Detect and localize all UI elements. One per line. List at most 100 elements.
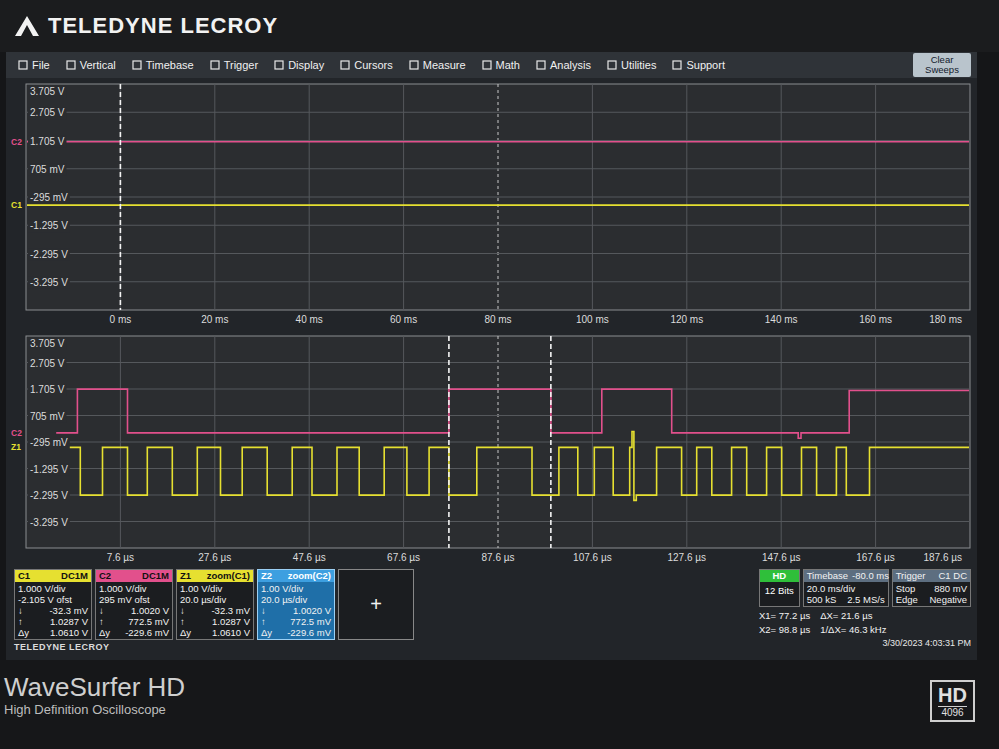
readout-row: ↑772.5 mV: [99, 616, 169, 627]
x-tick: 160 ms: [859, 314, 892, 325]
timebase-descriptor[interactable]: Timebase-80.0 ms20.0 ms/div500 kS2.5 MS/…: [803, 569, 889, 607]
readout-row: 1.00 V/div: [261, 583, 331, 594]
label-bg: [28, 411, 66, 423]
y-tick: -3.295 V: [30, 277, 68, 288]
readout-key: ↑: [180, 616, 185, 627]
readout-value: 20.0 µs/div: [261, 594, 307, 605]
y-tick: 1.705 V: [30, 384, 65, 395]
cursor-line[interactable]: [120, 84, 122, 310]
grid-line: [26, 468, 970, 469]
readout-key: Stop: [896, 583, 916, 594]
menu-label: Support: [686, 59, 725, 71]
menu-item[interactable]: File: [12, 57, 56, 73]
date-time: 3/30/2023 4:03:31 PM: [759, 638, 971, 648]
descriptor-title: Z1: [180, 570, 191, 582]
menu-label: Display: [288, 59, 324, 71]
readout-value: 1.00 V/div: [261, 583, 303, 594]
label-bg: [28, 86, 66, 98]
menu-item[interactable]: Support: [666, 57, 731, 73]
cursor-value: ΔX= 21.6 µs: [820, 610, 872, 621]
cursor-line[interactable]: [448, 336, 450, 548]
menu-item[interactable]: Math: [476, 57, 526, 73]
menu-label: Cursors: [354, 59, 393, 71]
menu-item[interactable]: Vertical: [60, 57, 122, 73]
trigger-descriptor[interactable]: TriggerC1 DCStop880 mVEdgeNegative: [892, 569, 971, 607]
status-boxes: HD12 BitsTimebase-80.0 ms20.0 ms/div500 …: [759, 569, 971, 607]
grid-line: [26, 281, 970, 282]
label-bg: [28, 277, 70, 289]
x-tick: 127.6 µs: [668, 552, 707, 563]
trigger-title: Trigger: [896, 570, 926, 582]
menu-label: Vertical: [80, 59, 116, 71]
x-tick: 180 ms: [929, 314, 962, 325]
zoom-display: 3.705 V2.705 V1.705 V705 mV-295 mV-1.295…: [10, 333, 973, 565]
menu-label: Trigger: [224, 59, 258, 71]
timebase-value: -80.0 ms: [852, 570, 889, 582]
timebase-body: 20.0 ms/div500 kS2.5 MS/s: [804, 582, 888, 606]
channel-tag[interactable]: Z1: [11, 442, 21, 452]
logo-shape: [15, 16, 39, 36]
y-tick: 3.705 V: [30, 86, 65, 97]
readout-key: ↑: [18, 616, 23, 627]
descriptor-row: C1DC1M1.000 V/div-2.105 V ofst↓-32.3 mV↑…: [14, 569, 414, 640]
add-button[interactable]: +: [338, 569, 414, 640]
descriptor-body: 1.000 V/div295 mV ofst↓1.0020 V↑772.5 mV…: [96, 582, 172, 639]
descriptor-body: 1.00 V/div20.0 µs/div↓1.0020 V↑772.5 mVΔ…: [258, 582, 334, 639]
readout-key: ↓: [180, 605, 185, 616]
menu-item[interactable]: Cursors: [334, 57, 399, 73]
menu-item[interactable]: Measure: [403, 57, 472, 73]
bottom-bezel: WaveSurfer HDHigh Definition Oscilloscop…: [0, 660, 999, 749]
readout-row: 295 mV ofst: [99, 594, 169, 605]
hd-badge[interactable]: HD12 Bits: [759, 569, 800, 607]
descriptor-header: Z2zoom(C2): [258, 570, 334, 582]
readout-row: Δy1.0610 V: [18, 627, 88, 638]
cursor-value: X2= 98.8 µs: [759, 624, 810, 635]
readout-row: ↑1.0287 V: [180, 616, 250, 627]
cursor-line[interactable]: [550, 336, 552, 548]
y-tick: -3.295 V: [30, 517, 68, 528]
menu-item[interactable]: Analysis: [530, 57, 597, 73]
descriptor-header: C2DC1M: [96, 570, 172, 582]
menu-label: Timebase: [146, 59, 194, 71]
screen: File Vertical Timebase Trigger Display Cursor…: [6, 52, 977, 660]
label-bg: [28, 358, 66, 370]
menu-item[interactable]: Trigger: [204, 57, 264, 73]
readout-value: -229.6 mV: [287, 627, 331, 638]
readout-value: 1.000 V/div: [18, 583, 66, 594]
x-tick: 47.6 µs: [293, 552, 326, 563]
readout-value: 295 mV ofst: [99, 594, 150, 605]
channel-tag[interactable]: C1: [11, 200, 22, 210]
readout-value: 1.0287 V: [50, 616, 88, 627]
readout-row: Δy1.0610 V: [180, 627, 250, 638]
waveform-chart: 3.705 V2.705 V1.705 V705 mV-295 mV-1.295…: [10, 333, 973, 565]
readout-key: ↑: [261, 616, 266, 627]
channel-descriptor[interactable]: Z2zoom(C2)1.00 V/div20.0 µs/div↓1.0020 V…: [257, 569, 335, 640]
channel-descriptor[interactable]: Z1zoom(C1)1.00 V/div20.0 µs/div↓-32.3 mV…: [176, 569, 254, 640]
menu-item[interactable]: Utilities: [601, 57, 662, 73]
x-tick: 7.6 µs: [107, 552, 134, 563]
label-bg: [28, 517, 70, 529]
menu-bar: File Vertical Timebase Trigger Display Cursor…: [6, 52, 977, 78]
menu-icon: [409, 60, 419, 70]
readout-row: 1.000 V/div: [18, 583, 88, 594]
icon-shape: [341, 61, 349, 69]
channel-tag[interactable]: C2: [11, 137, 22, 147]
channel-descriptor[interactable]: C1DC1M1.000 V/div-2.105 V ofst↓-32.3 mV↑…: [14, 569, 92, 640]
label-bg: [28, 164, 66, 176]
menu-icon: [274, 60, 284, 70]
label-bg: [28, 249, 70, 261]
readout-key: ↓: [261, 605, 266, 616]
descriptor-area: C1DC1M1.000 V/div-2.105 V ofst↓-32.3 mV↑…: [14, 569, 414, 658]
clear-sweeps-button[interactable]: Clear Sweeps: [913, 53, 971, 77]
spacer: [422, 569, 751, 658]
label-bg: [28, 220, 70, 232]
channel-descriptor[interactable]: C2DC1M1.000 V/div295 mV ofst↓1.0020 V↑77…: [95, 569, 173, 640]
trigger-value: C1 DC: [938, 570, 967, 582]
main-display: 3.705 V2.705 V1.705 V705 mV-295 mV-1.295…: [10, 81, 973, 327]
readout-row: 20.0 µs/div: [180, 594, 250, 605]
descriptor-header: C1DC1M: [15, 570, 91, 582]
menu-item[interactable]: Timebase: [126, 57, 200, 73]
readout-row: ↓-32.3 mV: [18, 605, 88, 616]
channel-tag[interactable]: C2: [11, 428, 22, 438]
menu-item[interactable]: Display: [268, 57, 330, 73]
